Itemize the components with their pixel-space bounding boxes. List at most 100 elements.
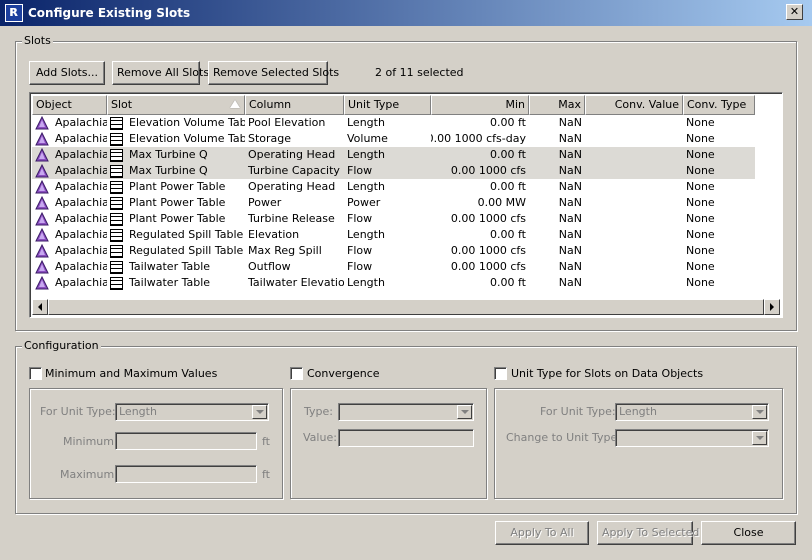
- convergence-checkbox[interactable]: [290, 367, 303, 380]
- cell-column-text: Pool Elevation: [248, 116, 326, 129]
- reservoir-object-icon: [35, 260, 49, 274]
- table-row[interactable]: Apalachia Elevation Volume Table Storage Vo…: [32, 131, 755, 147]
- cell-unit-type: Volume: [344, 131, 431, 147]
- cell-max-text: NaN: [558, 132, 582, 145]
- arrow-right-icon: [770, 303, 774, 311]
- cell-slot: Regulated Spill Table: [107, 227, 245, 243]
- window-close-button[interactable]: ✕: [786, 4, 803, 20]
- scroll-left-button[interactable]: [32, 299, 48, 315]
- minmax-checkbox[interactable]: [29, 367, 42, 380]
- unit-type-checkbox[interactable]: [494, 367, 507, 380]
- add-slots-button[interactable]: Add Slots...: [29, 61, 105, 85]
- slots-group-title: Slots: [22, 34, 53, 47]
- cell-conv-type: None: [683, 195, 755, 211]
- minimum-unit: ft: [262, 435, 270, 448]
- unit-type-checkbox-label: Unit Type for Slots on Data Objects: [511, 367, 704, 380]
- minimum-input[interactable]: [115, 432, 257, 450]
- cell-slot: Tailwater Table: [107, 259, 245, 275]
- cell-slot-text: Max Turbine Q: [129, 164, 208, 177]
- cell-min: 0.00 1000 cfs-day: [431, 131, 529, 147]
- col-header-column[interactable]: Column: [245, 95, 344, 115]
- cell-max-text: NaN: [558, 276, 582, 289]
- cell-min-text: 0.00 ft: [490, 228, 526, 241]
- table-row[interactable]: Apalachia Elevation Volume Table Pool Elev…: [32, 115, 755, 131]
- cell-slot-text: Plant Power Table: [129, 180, 226, 193]
- cell-min-text: 0.00 1000 cfs: [450, 212, 526, 225]
- cell-max: NaN: [529, 147, 585, 163]
- cell-min: 0.00 ft: [431, 275, 529, 291]
- cell-min-text: 0.00 1000 cfs-day: [431, 132, 526, 145]
- convergence-type-select[interactable]: [338, 403, 474, 421]
- cell-conv-type-text: None: [686, 212, 715, 225]
- cell-unit-type: Flow: [344, 211, 431, 227]
- minmax-unit-type-value: Length: [119, 405, 157, 418]
- cell-min: 0.00 ft: [431, 179, 529, 195]
- col-header-slot[interactable]: Slot: [107, 95, 245, 115]
- col-header-max[interactable]: Max: [529, 95, 585, 115]
- cell-object: Apalachia: [32, 227, 107, 243]
- for-unit-type-select[interactable]: Length: [615, 403, 769, 421]
- cell-conv-value: [585, 131, 683, 147]
- scrollbar-thumb[interactable]: [48, 299, 764, 315]
- minmax-unit-type-select[interactable]: Length: [115, 403, 269, 421]
- table-row[interactable]: Apalachia Plant Power Table Operating Head…: [32, 179, 755, 195]
- cell-object: Apalachia: [32, 211, 107, 227]
- cell-min: 0.00 MW: [431, 195, 529, 211]
- remove-all-slots-button[interactable]: Remove All Slots: [112, 61, 209, 85]
- maximum-label: Maximum:: [60, 468, 118, 481]
- cell-column: Max Reg Spill: [245, 243, 344, 259]
- change-to-unit-type-label: Change to Unit Type:: [506, 431, 622, 444]
- change-to-unit-type-select[interactable]: [615, 429, 769, 447]
- cell-column: Elevation: [245, 227, 344, 243]
- cell-unit-type: Length: [344, 179, 431, 195]
- cell-conv-type-text: None: [686, 132, 715, 145]
- table-row[interactable]: Apalachia Plant Power Table Power Power 0.00…: [32, 195, 755, 211]
- cell-slot: Tailwater Table: [107, 275, 245, 291]
- cell-max: NaN: [529, 131, 585, 147]
- cell-min: 0.00 ft: [431, 115, 529, 131]
- cell-object: Apalachia: [32, 259, 107, 275]
- cell-column-text: Elevation: [248, 228, 300, 241]
- col-header-object[interactable]: Object: [32, 95, 107, 115]
- col-header-unit-type[interactable]: Unit Type: [344, 95, 431, 115]
- col-header-conv-type[interactable]: Conv. Type: [683, 95, 755, 115]
- table-row[interactable]: Apalachia Max Turbine Q Operating Head Leng…: [32, 147, 755, 163]
- selection-count: 2 of 11 selected: [375, 66, 464, 79]
- convergence-value-label: Value:: [303, 431, 337, 444]
- table-row[interactable]: Apalachia Max Turbine Q Turbine Capacity Fl…: [32, 163, 755, 179]
- maximum-input[interactable]: [115, 465, 257, 483]
- cell-unit-type: Flow: [344, 163, 431, 179]
- cell-max-text: NaN: [558, 196, 582, 209]
- scroll-right-button[interactable]: [764, 299, 780, 315]
- close-button[interactable]: Close: [701, 521, 796, 545]
- col-header-min[interactable]: Min: [431, 95, 529, 115]
- cell-min-text: 0.00 ft: [490, 116, 526, 129]
- reservoir-object-icon: [35, 148, 49, 162]
- col-header-conv-value[interactable]: Conv. Value: [585, 95, 683, 115]
- cell-max-text: NaN: [558, 180, 582, 193]
- chevron-down-icon: [752, 431, 767, 445]
- slots-table[interactable]: Object Slot Column Unit Type Min Max Con…: [29, 92, 783, 318]
- table-row[interactable]: Apalachia Plant Power Table Turbine Releas…: [32, 211, 755, 227]
- cell-conv-type-text: None: [686, 180, 715, 193]
- cell-column: Power: [245, 195, 344, 211]
- cell-conv-type-text: None: [686, 164, 715, 177]
- cell-object-text: Apalachia: [55, 260, 107, 273]
- table-row[interactable]: Apalachia Regulated Spill Table Max Reg Sp…: [32, 243, 755, 259]
- cell-column: Tailwater Elevation: [245, 275, 344, 291]
- cell-max: NaN: [529, 243, 585, 259]
- horizontal-scrollbar[interactable]: [32, 299, 780, 315]
- table-header: Object Slot Column Unit Type Min Max Con…: [32, 95, 755, 115]
- sort-ascending-icon: [230, 100, 240, 108]
- cell-conv-value: [585, 243, 683, 259]
- table-row[interactable]: Apalachia Tailwater Table Tailwater Elevat…: [32, 275, 755, 291]
- table-row[interactable]: Apalachia Tailwater Table Outflow Flow 0.00 …: [32, 259, 755, 275]
- apply-to-all-button[interactable]: Apply To All: [495, 521, 589, 545]
- table-row[interactable]: Apalachia Regulated Spill Table Elevation L…: [32, 227, 755, 243]
- convergence-value-input[interactable]: [338, 429, 474, 447]
- cell-min-text: 0.00 1000 cfs: [450, 260, 526, 273]
- convergence-type-label: Type:: [304, 405, 333, 418]
- apply-to-selected-button[interactable]: Apply To Selected: [597, 521, 699, 545]
- cell-slot: Elevation Volume Table: [107, 115, 245, 131]
- remove-selected-slots-button[interactable]: Remove Selected Slots: [208, 61, 339, 85]
